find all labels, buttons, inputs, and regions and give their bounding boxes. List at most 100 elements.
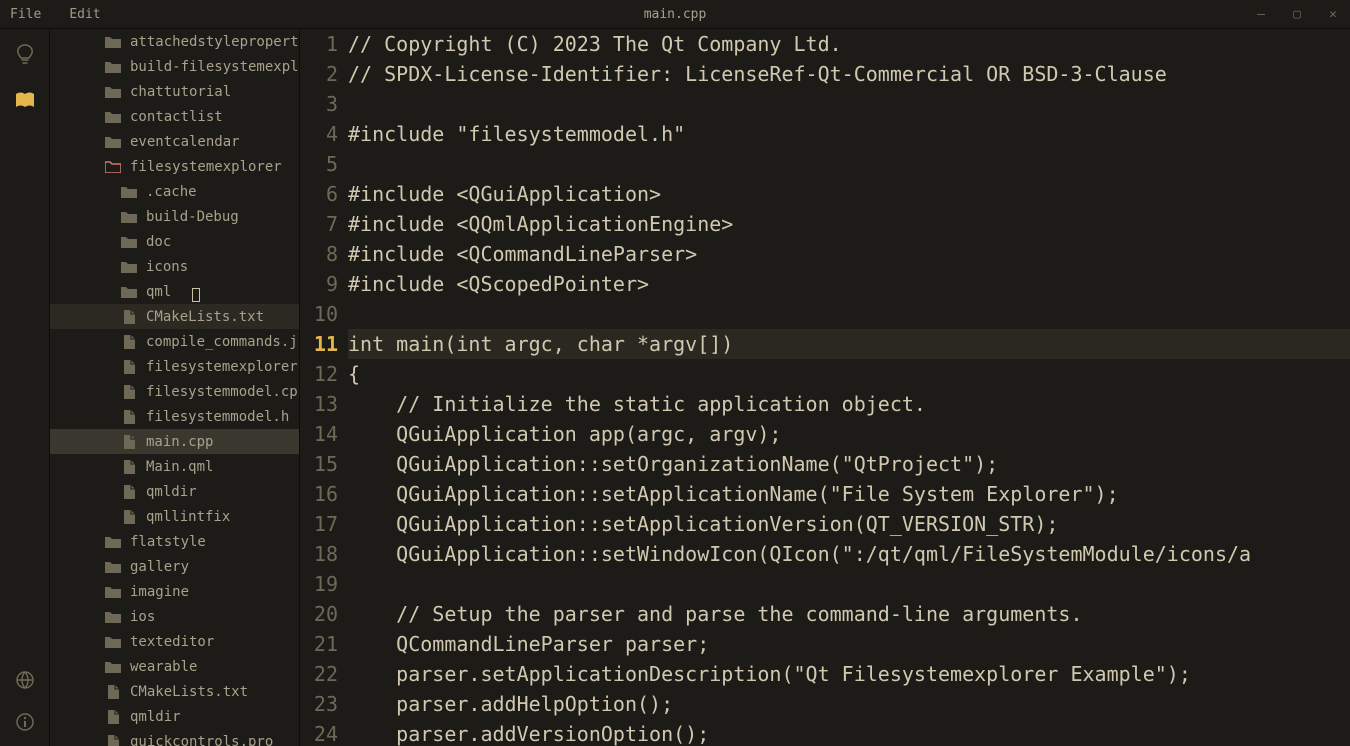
tree-item[interactable]: compile_commands.json [50,329,299,354]
code-line[interactable]: // SPDX-License-Identifier: LicenseRef-Q… [348,59,1350,89]
code-line[interactable]: QGuiApplication::setOrganizationName("Qt… [348,449,1350,479]
code-line[interactable]: QCommandLineParser parser; [348,629,1350,659]
tree-item-label: wearable [130,659,197,675]
tree-item[interactable]: qmllintfix [50,504,299,529]
code-line[interactable] [348,569,1350,599]
window-controls: — ▢ ✕ [1254,7,1340,22]
tree-item[interactable]: qml [50,279,299,304]
info-icon[interactable] [11,708,39,736]
code-line[interactable]: #include <QQmlApplicationEngine> [348,209,1350,239]
line-number: 18 [300,539,338,569]
line-number: 12 [300,359,338,389]
tree-item[interactable]: quickcontrols.pro [50,729,299,746]
code-line[interactable]: parser.addHelpOption(); [348,689,1350,719]
code-editor[interactable]: 123456789101112131415161718192021222324 … [300,29,1350,746]
folder-icon [104,85,122,99]
tree-item[interactable]: .cache [50,179,299,204]
code-line[interactable] [348,149,1350,179]
code-line[interactable] [348,299,1350,329]
tree-item[interactable]: chattutorial [50,79,299,104]
line-number: 1 [300,29,338,59]
code-line[interactable]: QGuiApplication::setWindowIcon(QIcon(":/… [348,539,1350,569]
tree-item-label: texteditor [130,634,214,650]
folder-icon [104,635,122,649]
tree-item-label: qmldir [146,484,197,500]
tree-item[interactable]: build-Debug [50,204,299,229]
tree-item[interactable]: main.cpp [50,429,299,454]
code-line[interactable]: // Copyright (C) 2023 The Qt Company Ltd… [348,29,1350,59]
tree-item-label: flatstyle [130,534,206,550]
tree-item-label: CMakeLists.txt [130,684,248,700]
code-line[interactable]: // Setup the parser and parse the comman… [348,599,1350,629]
line-number: 23 [300,689,338,719]
line-number: 10 [300,299,338,329]
tree-item[interactable]: attachedstylepropertie [50,29,299,54]
code-content[interactable]: // Copyright (C) 2023 The Qt Company Ltd… [348,29,1350,746]
tree-item[interactable]: contactlist [50,104,299,129]
tree-item[interactable]: texteditor [50,629,299,654]
line-number: 17 [300,509,338,539]
menu-edit[interactable]: Edit [69,7,100,22]
tree-item[interactable]: qmldir [50,704,299,729]
tree-item[interactable]: gallery [50,554,299,579]
idea-icon[interactable] [11,41,39,69]
menu-bar: File Edit [10,7,101,22]
close-button[interactable]: ✕ [1326,7,1340,22]
folder-icon [120,260,138,274]
code-line[interactable]: #include <QScopedPointer> [348,269,1350,299]
globe-icon[interactable] [11,666,39,694]
code-line[interactable]: #include <QCommandLineParser> [348,239,1350,269]
code-line[interactable]: QGuiApplication app(argc, argv); [348,419,1350,449]
file-icon [120,385,138,399]
tree-item[interactable]: icons [50,254,299,279]
file-tree[interactable]: attachedstylepropertie build-filesystemex… [50,29,300,746]
window-title: main.cpp [644,7,707,22]
tree-item[interactable]: filesystemmodel.h [50,404,299,429]
tree-item[interactable]: filesystemmodel.cpp [50,379,299,404]
book-icon[interactable] [11,87,39,115]
code-line[interactable]: { [348,359,1350,389]
tree-item[interactable]: Main.qml [50,454,299,479]
tree-item-label: filesystemmodel.h [146,409,289,425]
code-line[interactable] [348,89,1350,119]
tree-item[interactable]: doc [50,229,299,254]
folder-icon [120,235,138,249]
code-line[interactable]: #include "filesystemmodel.h" [348,119,1350,149]
tree-item-label: icons [146,259,188,275]
minimize-button[interactable]: — [1254,7,1268,22]
code-line[interactable]: // Initialize the static application obj… [348,389,1350,419]
tree-item[interactable]: filesystemexplorer [50,154,299,179]
folder-icon [120,285,138,299]
folder-icon [104,560,122,574]
tree-item[interactable]: CMakeLists.txt [50,679,299,704]
tree-item[interactable]: build-filesystemexplor [50,54,299,79]
code-line[interactable]: QGuiApplication::setApplicationVersion(Q… [348,509,1350,539]
tree-item-label: attachedstylepropertie [130,34,299,50]
tree-item[interactable]: eventcalendar [50,129,299,154]
folder-icon [104,35,122,49]
folder-icon [104,135,122,149]
code-line[interactable]: parser.setApplicationDescription("Qt Fil… [348,659,1350,689]
code-line[interactable]: #include <QGuiApplication> [348,179,1350,209]
tree-item[interactable]: flatstyle [50,529,299,554]
code-line[interactable]: QGuiApplication::setApplicationName("Fil… [348,479,1350,509]
menu-file[interactable]: File [10,7,41,22]
tree-item-label: filesystemmodel.cpp [146,384,299,400]
line-number: 2 [300,59,338,89]
tree-item[interactable]: wearable [50,654,299,679]
tree-item-label: filesystemexplorer.pr [146,359,299,375]
code-line[interactable]: int main(int argc, char *argv[]) [348,329,1350,359]
line-number: 15 [300,449,338,479]
tree-item[interactable]: CMakeLists.txt [50,304,299,329]
tree-item[interactable]: ios [50,604,299,629]
main-area: attachedstylepropertie build-filesystemex… [0,29,1350,746]
tree-item-label: filesystemexplorer [130,159,282,175]
line-number: 3 [300,89,338,119]
file-icon [120,435,138,449]
tree-item[interactable]: imagine [50,579,299,604]
code-line[interactable]: parser.addVersionOption(); [348,719,1350,746]
tree-item[interactable]: qmldir [50,479,299,504]
maximize-button[interactable]: ▢ [1290,7,1304,22]
file-icon [104,685,122,699]
tree-item[interactable]: filesystemexplorer.pr [50,354,299,379]
